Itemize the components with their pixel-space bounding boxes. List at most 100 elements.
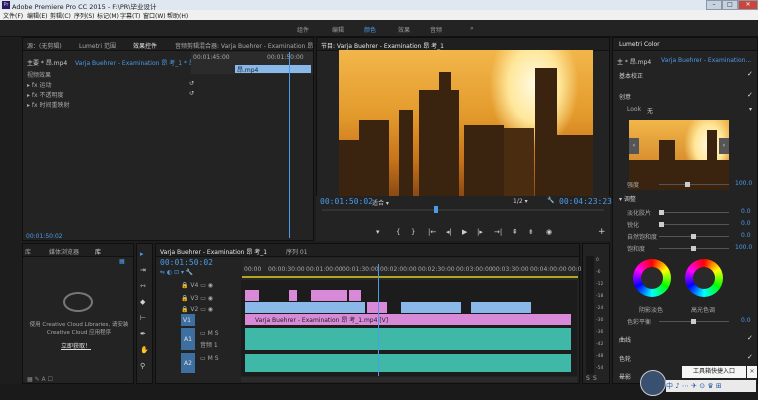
work-area-bar[interactable] <box>242 276 578 278</box>
saturation-slider[interactable] <box>659 246 729 251</box>
lumetri-target[interactable]: Varja Buehrer - Examination... <box>661 57 751 64</box>
program-scrubber[interactable] <box>322 209 604 211</box>
extract-icon[interactable]: ⇟ <box>528 228 534 236</box>
go-to-out-icon[interactable]: →| <box>494 228 502 236</box>
ec-item-opacity[interactable]: ▸ fx 不透明度 <box>27 90 64 99</box>
menu-title[interactable]: 字幕(T) <box>120 11 140 20</box>
ripple-edit-icon[interactable]: ⇿ <box>140 282 146 290</box>
clip-v2[interactable] <box>245 302 365 313</box>
lift-icon[interactable]: ⇞ <box>512 228 518 236</box>
workspace-color[interactable]: 颜色 <box>364 25 376 34</box>
section-vignette[interactable]: 晕影 <box>619 372 631 381</box>
clip-a1[interactable] <box>245 328 571 350</box>
clip-v3[interactable] <box>311 290 347 301</box>
timeline-tool-icons[interactable]: ⇋ ◐ ⊡ ▾ 🔧 <box>160 269 193 276</box>
highlight-tint-wheel[interactable] <box>685 259 723 297</box>
mark-in-icon[interactable]: ▾ <box>376 228 380 236</box>
timeline-playhead[interactable] <box>378 264 379 376</box>
tab-lib-left[interactable]: 库 <box>25 247 31 256</box>
menu-window[interactable]: 窗口(W) <box>143 11 166 20</box>
ec-playhead[interactable] <box>289 52 290 238</box>
look-prev-icon[interactable]: ‹ <box>629 138 639 154</box>
maximize-icon[interactable]: □ <box>722 0 738 10</box>
track-v1-header[interactable]: V1 <box>183 317 191 324</box>
timeline-ruler[interactable]: 00:00 00:00:30:00 00:01:00:00 00:01:30:0… <box>242 258 581 280</box>
track-v3-header[interactable]: 🔒 V3 ▭ ◉ <box>181 295 213 302</box>
section-color-wheels[interactable]: 色轮 <box>619 354 631 363</box>
intensity-value[interactable]: 100.0 <box>735 180 752 187</box>
timeline-tracks-area[interactable]: Varja Buehrer - Examination 昂 考_1.mp4 [V… <box>241 280 577 376</box>
toolbox-avatar[interactable] <box>640 370 666 396</box>
slip-tool-icon[interactable]: ⊢ <box>140 314 146 322</box>
curves-checkbox[interactable]: ✓ <box>747 334 753 342</box>
faded-film-value[interactable]: 0.0 <box>741 208 751 215</box>
tab-sequence[interactable]: Varja Buehrer - Examination 昂 考_1 <box>160 247 267 256</box>
minimize-icon[interactable]: – <box>706 0 722 10</box>
clip-v3[interactable] <box>289 290 297 301</box>
ec-sequence[interactable]: Varja Buehrer - Examination 昂 考_1 * 昂... <box>75 58 201 67</box>
program-playhead[interactable] <box>434 206 438 213</box>
adjust-section[interactable]: ▾ 调整 <box>619 194 636 203</box>
clip-v3[interactable] <box>349 290 361 301</box>
wrench-icon[interactable]: 🔧 <box>547 197 554 204</box>
clip-a2[interactable] <box>245 354 571 372</box>
menu-clip[interactable]: 剪辑(C) <box>50 11 71 20</box>
workspace-effects[interactable]: 效果 <box>398 25 410 34</box>
tab-effect-controls[interactable]: 效果控件 <box>133 41 157 50</box>
hand-tool-icon[interactable]: ✋ <box>140 346 149 354</box>
vibrance-value[interactable]: 0.0 <box>741 232 751 239</box>
pen-tool-icon[interactable]: ✒ <box>140 330 146 338</box>
tab-audio-mixer[interactable]: 音频剪辑混合器: Varja Buehrer - Examination 昂 <box>175 41 313 50</box>
clip-v2[interactable] <box>401 302 461 313</box>
close-popup-icon[interactable]: ✕ <box>747 366 757 378</box>
track-v2-header[interactable]: 🔒 V2 ▭ ◉ <box>181 306 213 313</box>
sharpen-slider[interactable] <box>659 222 729 227</box>
look-next-icon[interactable]: › <box>719 138 729 154</box>
video-frame[interactable] <box>339 50 593 196</box>
sharpen-value[interactable]: 0.0 <box>741 220 751 227</box>
basic-correction-checkbox[interactable]: ✓ <box>747 70 753 78</box>
tab-libraries[interactable]: 库 <box>95 247 101 256</box>
ec-item-motion[interactable]: ▸ fx 运动 <box>27 80 52 89</box>
track-a2-buttons[interactable]: ▭ M S <box>200 355 219 362</box>
clip-v2[interactable] <box>367 302 387 313</box>
track-a1-buttons[interactable]: ▭ M S <box>200 330 219 337</box>
system-tray[interactable]: 中 ♪ ⋯ ✈ ⊙ ♛ ⊞ <box>666 380 756 392</box>
color-wheels-checkbox[interactable]: ✓ <box>747 353 753 361</box>
tab-lumetri-color[interactable]: Lumetri Color <box>619 41 660 48</box>
ec-clip[interactable]: 昂.mp4 <box>235 65 311 74</box>
program-timecode[interactable]: 00:01:50:02 <box>320 197 373 206</box>
reset-icon[interactable]: ↺ <box>189 90 194 97</box>
step-back-icon[interactable]: ◂| <box>446 228 452 236</box>
clip-v2[interactable] <box>471 302 531 313</box>
intensity-slider[interactable] <box>659 182 729 187</box>
mark-in-bracket-icon[interactable]: { <box>396 228 400 236</box>
grid-view-icon[interactable]: ▦ <box>119 258 125 265</box>
chevron-down-icon[interactable]: ▾ <box>749 106 752 113</box>
library-footer-icons[interactable]: ▦ ✎ A ☐ <box>27 376 53 383</box>
look-dropdown[interactable]: 无 <box>647 106 653 115</box>
vibrance-slider[interactable] <box>659 234 729 239</box>
meter-solo-left[interactable]: S <box>586 375 590 382</box>
tab-source[interactable]: 源：(无剪辑) <box>27 41 62 50</box>
workspace-editing[interactable]: 编辑 <box>332 25 344 34</box>
menu-help[interactable]: 帮助(H) <box>167 11 188 20</box>
tab-media-browser[interactable]: 媒体浏览器 <box>49 247 79 256</box>
track-v4-header[interactable]: 🔒 V4 ▭ ◉ <box>181 282 213 289</box>
ec-item-time-remap[interactable]: ▸ fx 时间重映射 <box>27 100 70 109</box>
track-select-icon[interactable]: ⇥ <box>140 266 146 274</box>
meter-solo-right[interactable]: S <box>593 375 597 382</box>
fit-dropdown[interactable]: 适合 ▾ <box>372 198 389 207</box>
track-a1-label[interactable]: A1 <box>184 336 192 343</box>
menu-sequence[interactable]: 序列(S) <box>74 11 95 20</box>
play-icon[interactable]: ▶ <box>462 228 467 236</box>
mark-out-bracket-icon[interactable]: } <box>411 228 415 236</box>
step-forward-icon[interactable]: |▸ <box>477 228 483 236</box>
zoom-dropdown[interactable]: 1/2 ▾ <box>513 198 528 205</box>
razor-tool-icon[interactable]: ◆ <box>140 298 145 306</box>
lumetri-source[interactable]: 主 * 昂.mp4 <box>617 57 651 66</box>
section-curves[interactable]: 曲线 <box>619 335 631 344</box>
tab-program[interactable]: 节目: Varja Buehrer - Examination 昂 考_1 <box>321 41 444 50</box>
zoom-tool-icon[interactable]: ⚲ <box>140 362 145 370</box>
add-button-icon[interactable]: + <box>598 227 606 237</box>
